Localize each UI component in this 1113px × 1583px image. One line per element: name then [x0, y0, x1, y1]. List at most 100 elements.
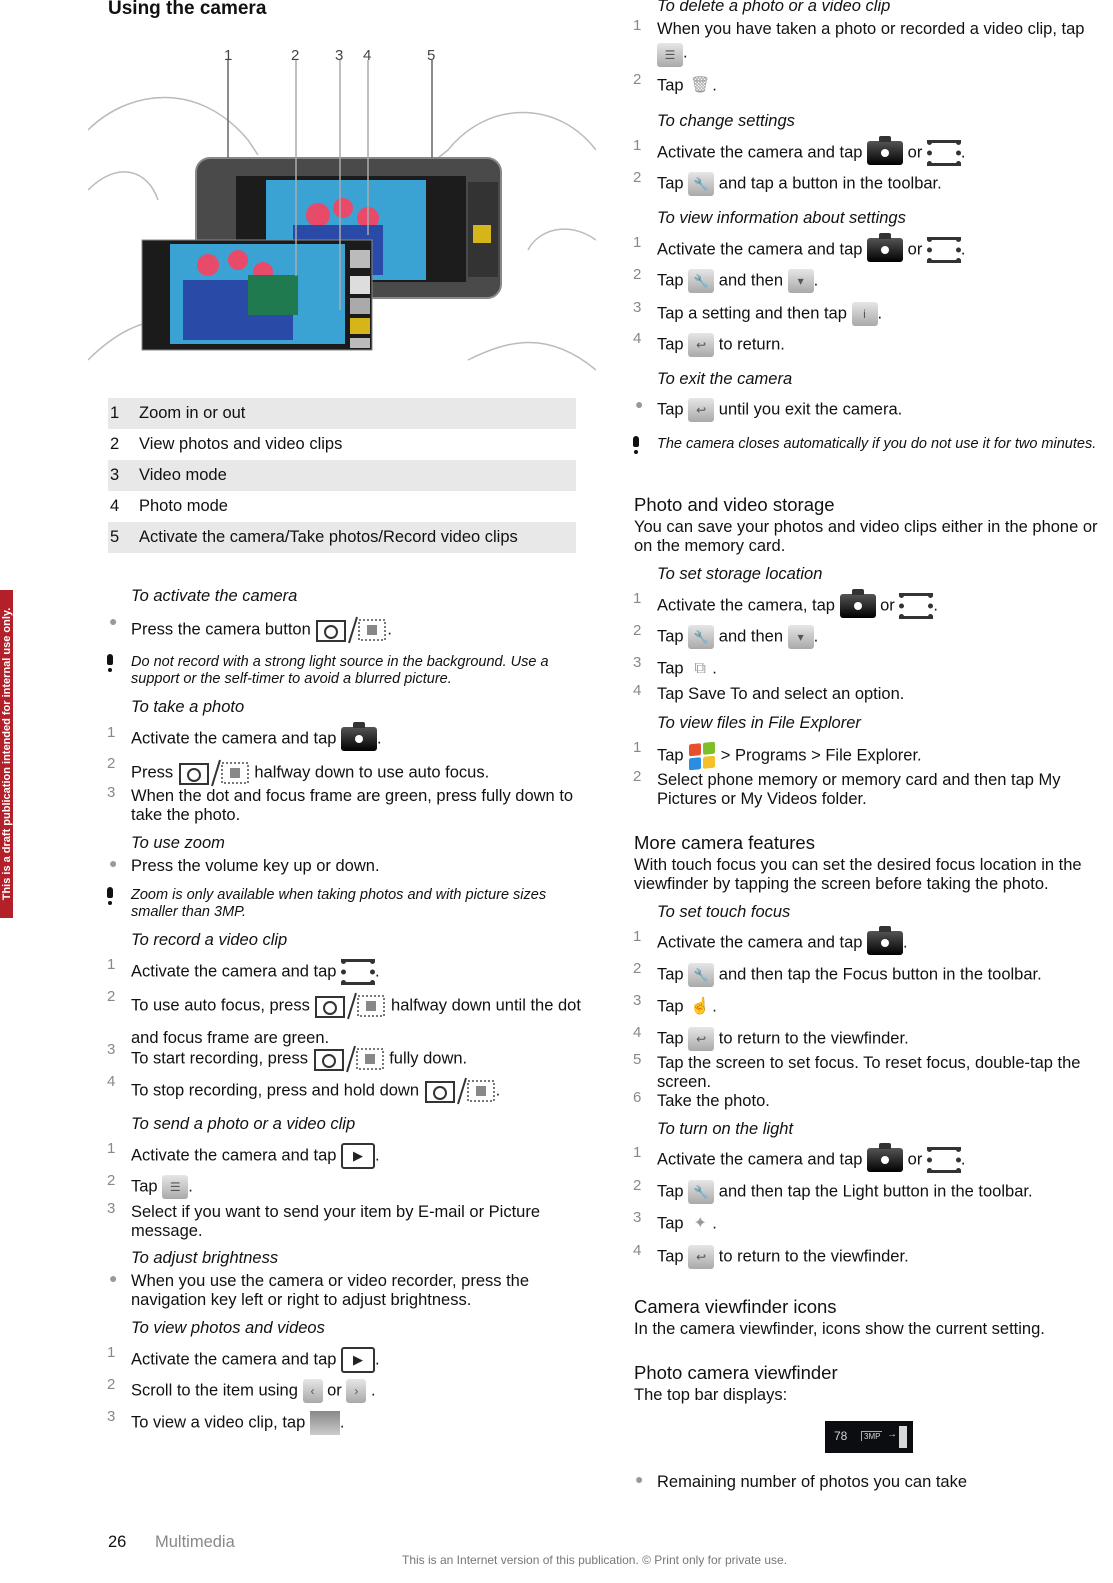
brightness-bullet: ● When you use the camera or video recor…	[109, 1270, 530, 1309]
task-title-change-settings: To change settings	[657, 112, 795, 130]
touch-focus-step-4: 4 Tap ↩ to return to the viewfinder.	[633, 1024, 909, 1051]
photo-mode-icon	[867, 1143, 904, 1172]
legend-label: Photo mode	[139, 497, 228, 515]
photo-mode-icon	[867, 926, 904, 955]
view-step-1: 1 Activate the camera and tap ▶.	[107, 1344, 380, 1373]
info-step-4: 4 Tap ↩ to return.	[633, 330, 785, 357]
photo-mode-icon	[839, 589, 876, 618]
remaining-photos-count: 78	[834, 1429, 848, 1443]
legend-label: Zoom in or out	[139, 404, 246, 422]
storage-step-4: 4 Tap Save To and select an option.	[633, 682, 905, 703]
back-icon: ↩	[688, 398, 715, 422]
video-mode-icon	[926, 140, 961, 166]
take-photo-step-3: 3 When the dot and focus frame are green,…	[107, 784, 574, 824]
legend-row: 5 Activate the camera/Take photos/Record …	[108, 522, 576, 553]
picture-size-indicator: 3MP	[861, 1431, 883, 1441]
photo-mode-icon	[867, 136, 904, 165]
legend-row: 2 View photos and video clips	[108, 429, 576, 460]
section-heading-more-features: More camera features	[634, 832, 815, 853]
viewfinder-top-bar: 78 3MP →	[825, 1421, 913, 1453]
scroll-right-icon: ›	[346, 1379, 367, 1403]
legend-number: 4	[110, 497, 120, 515]
footer-copyright: This is an Internet version of this publ…	[402, 1553, 788, 1567]
note-auto-close: The camera closes automatically if you d…	[633, 436, 1097, 454]
note-light-source: Do not record with a strong light source…	[107, 654, 576, 688]
settings-wrench-icon: 🔧	[688, 963, 715, 987]
chevron-down-icon: ▾	[787, 269, 814, 293]
record-step-2: 2 To use auto focus, press halfway down u…	[107, 988, 581, 1047]
storage-step-1: 1 Activate the camera, tap or .	[633, 589, 938, 619]
take-photo-step-1: 1 Activate the camera and tap .	[107, 722, 382, 751]
task-title-info-settings: To view information about settings	[657, 209, 906, 227]
more-features-body: With touch focus you can set the desired…	[634, 856, 1082, 893]
viewfinder-icons-body: In the camera viewfinder, icons show the…	[634, 1320, 1045, 1338]
light-step-3: 3 Tap ✦.	[633, 1209, 717, 1236]
bullet-icon: ●	[109, 855, 118, 871]
info-step-1: 1 Activate the camera and tap or .	[633, 233, 966, 263]
note-zoom: Zoom is only available when taking photo…	[107, 887, 576, 921]
exit-bullet: ● Tap ↩ until you exit the camera.	[635, 396, 902, 422]
storage-body: You can save your photos and video clips…	[634, 518, 1098, 555]
storage-arrow-icon: →	[887, 1429, 897, 1440]
task-title-record: To record a video clip	[131, 931, 288, 949]
viewfinder-bullet: ● Remaining number of photos you can tak…	[635, 1471, 968, 1491]
info-step-2: 2 Tap 🔧 and then ▾.	[633, 266, 818, 293]
settings-wrench-icon: 🔧	[688, 1180, 715, 1204]
figure-legend-table: 1 Zoom in or out 2 View photos and video cl…	[108, 398, 576, 553]
delete-step-1: 1 When you have taken a photo or recorded…	[633, 17, 1107, 67]
page-title: Using the camera	[108, 0, 267, 19]
storage-step-2: 2 Tap 🔧 and then ▾.	[633, 622, 818, 649]
task-title-touch-focus: To set touch focus	[657, 903, 791, 921]
page-number: 26	[108, 1533, 127, 1551]
menu-icon: ☰	[657, 43, 683, 67]
task-title-send: To send a photo or a video clip	[131, 1115, 356, 1133]
task-title-view: To view photos and videos	[131, 1319, 325, 1337]
section-heading-viewfinder-icons: Camera viewfinder icons	[634, 1296, 837, 1317]
task-title-light: To turn on the light	[657, 1120, 794, 1138]
delete-step-2: 2 Tap 🗑.	[633, 71, 717, 98]
touch-focus-step-1: 1 Activate the camera and tap .	[633, 926, 908, 955]
touch-focus-step-2: 2 Tap 🔧 and then tap the Focus button in …	[633, 960, 1042, 987]
play-view-icon: ▶	[341, 1143, 376, 1169]
legend-row: 1 Zoom in or out	[108, 398, 576, 429]
task-title-take-photo: To take a photo	[131, 698, 245, 716]
settings-wrench-icon: 🔧	[688, 269, 715, 293]
task-title-storage: To set storage location	[657, 565, 823, 583]
legend-label: Activate the camera/Take photos/Record v…	[139, 528, 518, 546]
section-heading-storage: Photo and video storage	[634, 494, 835, 515]
back-icon: ↩	[688, 1027, 715, 1051]
photo-viewfinder-body: The top bar displays:	[634, 1386, 788, 1404]
warning-icon	[107, 887, 113, 907]
trash-icon: 🗑	[690, 77, 711, 94]
explorer-step-1: 1 Tap > Programs > File Explorer.	[633, 739, 922, 771]
task-title-file-explorer: To view files in File Explorer	[657, 714, 861, 732]
video-clip-play-icon	[309, 1411, 340, 1435]
send-step-3: 3 Select if you want to send your item by…	[107, 1200, 541, 1240]
camera-video-button-icon	[178, 758, 250, 788]
explorer-step-2: 2 Select phone memory or memory card and …	[633, 768, 1061, 808]
info-icon: i	[851, 302, 878, 326]
callout-5: 5	[427, 47, 435, 64]
zoom-bullet: ● Press the volume key up or down.	[109, 855, 380, 875]
light-icon: ✦	[693, 1215, 707, 1232]
camera-illustration: 1 2 3 4 5	[87, 40, 597, 380]
camera-video-button-icon	[314, 991, 386, 1021]
record-step-3: 3 To start recording, press fully down.	[107, 1041, 467, 1074]
send-step-1: 1 Activate the camera and tap ▶.	[107, 1140, 380, 1169]
legend-row: 4 Photo mode	[108, 491, 576, 522]
callout-1: 1	[224, 47, 232, 64]
task-title-activate: To activate the camera	[131, 587, 298, 605]
bullet-icon: ●	[109, 1270, 118, 1286]
light-step-2: 2 Tap 🔧 and then tap the Light button in …	[633, 1177, 1033, 1204]
legend-label: Video mode	[139, 466, 227, 484]
settings-wrench-icon: 🔧	[688, 625, 715, 649]
bullet-icon: ●	[635, 396, 644, 412]
play-view-icon: ▶	[341, 1347, 376, 1373]
touch-focus-step-6: 6 Take the photo.	[633, 1089, 770, 1110]
scroll-left-icon: ‹	[302, 1379, 323, 1403]
menu-icon: ☰	[162, 1175, 189, 1199]
back-icon: ↩	[688, 333, 715, 357]
change-step-2: 2 Tap 🔧 and tap a button in the toolbar.	[633, 169, 942, 196]
task-title-zoom: To use zoom	[131, 834, 225, 852]
send-step-2: 2 Tap ☰.	[107, 1172, 193, 1199]
